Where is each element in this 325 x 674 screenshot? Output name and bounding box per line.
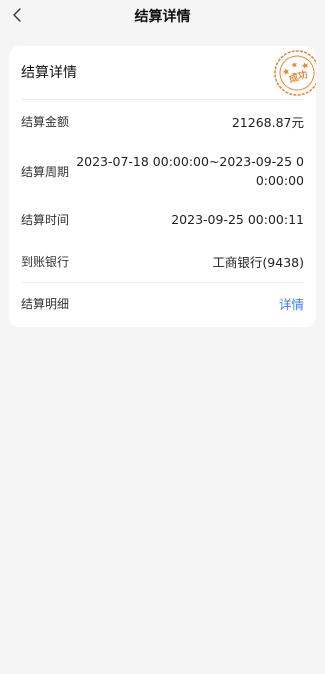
settlement-amount-value: 21268.87元 (231, 114, 304, 130)
settlement-period-value: 2023-07-18 00:00:00~2023-09-25 00:00:00 (76, 154, 304, 188)
details-link[interactable]: 详情 (279, 294, 304, 313)
settlement-time-value: 2023-09-25 00:00:11 (171, 211, 304, 227)
divider (21, 282, 304, 283)
success-stamp-icon: 成功 (274, 50, 316, 96)
page-title: 结算详情 (134, 9, 191, 25)
settlement-time-row: 结算时间 2023-09-25 00:00:11 (21, 210, 304, 228)
card-title: 结算详情 (21, 65, 77, 81)
settlement-amount-row: 结算金额 21268.87元 (21, 112, 304, 130)
settlement-breakdown-label: 结算明细 (21, 296, 70, 311)
settlement-breakdown-row: 结算明细 详情 (21, 294, 304, 312)
top-nav-bar: 结算详情 (0, 0, 325, 32)
settlement-time-label: 结算时间 (21, 212, 70, 227)
stamp-text: 成功 (287, 68, 309, 85)
receiving-bank-label: 到账银行 (21, 254, 70, 269)
settlement-period-row: 结算周期 2023-07-18 00:00:00~2023-09-25 00:0… (21, 151, 304, 191)
settlement-period-label: 结算周期 (21, 164, 70, 179)
divider (21, 99, 304, 100)
receiving-bank-row: 到账银行 工商银行(9438) (21, 252, 304, 270)
settlement-amount-label: 结算金额 (21, 114, 70, 129)
settlement-detail-card: 结算详情 成功 结算金额 21268.87元 结算周期 2023-07-18 0… (9, 46, 316, 327)
receiving-bank-value: 工商银行(9438) (212, 254, 304, 270)
